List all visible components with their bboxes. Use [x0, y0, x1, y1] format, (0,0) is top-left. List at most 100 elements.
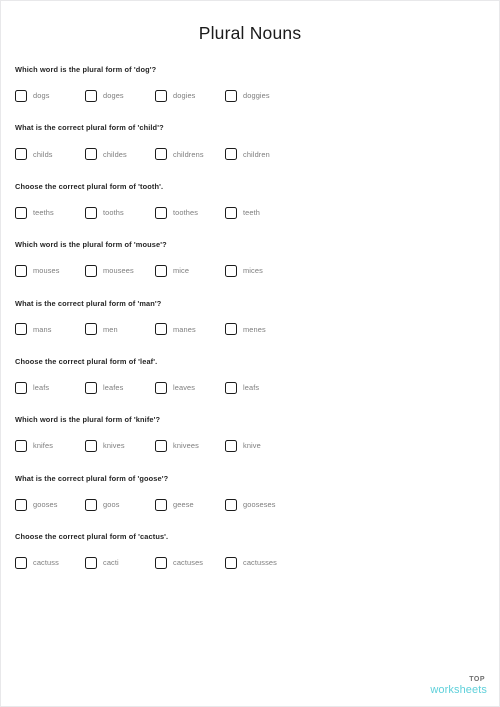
answer-option[interactable]: toothes [155, 205, 198, 221]
answer-option[interactable]: menes [225, 321, 266, 337]
answer-option[interactable]: dogs [15, 88, 50, 104]
answer-option[interactable]: knifes [15, 438, 53, 454]
options-row: dogs doges dogies doggies [15, 88, 499, 104]
answer-option-label: gooseses [243, 499, 276, 509]
answer-option-label: cacti [103, 558, 119, 568]
checkbox-icon[interactable] [155, 440, 167, 453]
checkbox-icon[interactable] [15, 381, 27, 394]
answer-option-label: childes [103, 149, 127, 159]
checkbox-icon[interactable] [155, 148, 167, 161]
answer-option[interactable]: cacti [85, 555, 119, 571]
checkbox-icon[interactable] [225, 556, 237, 569]
question-block: What is the correct plural form of 'man'… [1, 299, 499, 338]
checkbox-icon[interactable] [15, 498, 27, 511]
answer-option[interactable]: men [85, 321, 118, 337]
answer-option[interactable]: leaves [155, 380, 195, 396]
answer-option[interactable]: childrens [155, 146, 204, 162]
checkbox-icon[interactable] [15, 206, 27, 219]
checkbox-icon[interactable] [15, 556, 27, 569]
answer-option[interactable]: mans [15, 321, 52, 337]
answer-option[interactable]: knivees [155, 438, 199, 454]
checkbox-icon[interactable] [15, 148, 27, 161]
answer-option[interactable]: goos [85, 497, 120, 513]
checkbox-icon[interactable] [225, 206, 237, 219]
answer-option[interactable]: leafs [15, 380, 49, 396]
checkbox-icon[interactable] [15, 89, 27, 102]
checkbox-icon[interactable] [155, 381, 167, 394]
checkbox-icon[interactable] [155, 206, 167, 219]
options-row: leafs leafes leaves leafs [15, 380, 499, 396]
checkbox-icon[interactable] [85, 440, 97, 453]
checkbox-icon[interactable] [155, 89, 167, 102]
answer-option-label: knifes [33, 441, 54, 451]
answer-option[interactable]: knive [225, 438, 261, 454]
checkbox-icon[interactable] [225, 265, 237, 277]
answer-option[interactable]: cactuses [155, 555, 203, 571]
question-prompt: Which word is the plural form of 'knife'… [15, 415, 161, 425]
checkbox-icon[interactable] [155, 556, 167, 569]
question-prompt: Choose the correct plural form of 'tooth… [15, 181, 164, 191]
answer-option[interactable]: mouses [15, 263, 60, 279]
answer-option[interactable]: gooseses [225, 497, 276, 513]
checkbox-icon[interactable] [85, 265, 97, 277]
answer-option[interactable]: cactusses [225, 555, 277, 571]
answer-option-label: teeths [33, 207, 54, 217]
answer-option[interactable]: mices [225, 263, 263, 279]
checkbox-icon[interactable] [225, 89, 237, 102]
checkbox-icon[interactable] [85, 498, 97, 511]
answer-option[interactable]: doges [85, 88, 124, 104]
checkbox-icon[interactable] [225, 381, 237, 394]
answer-option[interactable]: leafs [225, 380, 259, 396]
answer-option[interactable]: children [225, 146, 270, 162]
answer-option-label: dogies [173, 91, 196, 101]
checkbox-icon[interactable] [85, 556, 97, 569]
checkbox-icon[interactable] [85, 206, 97, 219]
answer-option-label: men [103, 324, 118, 334]
question-block: Which word is the plural form of 'knife'… [1, 415, 499, 454]
checkbox-icon[interactable] [15, 323, 27, 336]
answer-option[interactable]: tooths [85, 205, 124, 221]
answer-option-label: children [243, 149, 270, 159]
answer-option-label: leaves [173, 383, 196, 393]
answer-option-label: cactusses [243, 558, 277, 568]
answer-option-label: gooses [33, 499, 58, 509]
answer-option[interactable]: mice [155, 263, 189, 279]
answer-option[interactable]: geese [155, 497, 194, 513]
answer-option-label: goos [103, 499, 120, 509]
answer-option-label: doggies [243, 91, 270, 101]
answer-option[interactable]: gooses [15, 497, 58, 513]
options-row: cactuss cacti cactuses cactusses [15, 555, 499, 571]
checkbox-icon[interactable] [225, 323, 237, 336]
answer-option-label: menes [243, 324, 266, 334]
checkbox-icon[interactable] [225, 498, 237, 511]
answer-option[interactable]: dogies [155, 88, 196, 104]
checkbox-icon[interactable] [85, 381, 97, 394]
answer-option[interactable]: doggies [225, 88, 270, 104]
checkbox-icon[interactable] [155, 265, 167, 277]
options-row: gooses goos geese gooseses [15, 497, 499, 513]
answer-option[interactable]: teeths [15, 205, 54, 221]
answer-option-label: tooths [103, 207, 124, 217]
checkbox-icon[interactable] [85, 148, 97, 161]
checkbox-icon[interactable] [225, 148, 237, 161]
checkbox-icon[interactable] [85, 89, 97, 102]
answer-option-label: geese [173, 499, 194, 509]
checkbox-icon[interactable] [155, 498, 167, 511]
answer-option[interactable]: leafes [85, 380, 123, 396]
answer-option[interactable]: cactuss [15, 555, 59, 571]
answer-option[interactable]: childes [85, 146, 127, 162]
answer-option[interactable]: mousees [85, 263, 134, 279]
answer-option[interactable]: teeth [225, 205, 260, 221]
checkbox-icon[interactable] [225, 440, 237, 453]
answer-option[interactable]: manes [155, 321, 196, 337]
answer-option-label: leafs [33, 383, 50, 393]
question-block: Choose the correct plural form of 'leaf'… [1, 357, 499, 396]
question-list: Which word is the plural form of 'dog'? d… [1, 65, 499, 571]
checkbox-icon[interactable] [15, 265, 27, 277]
answer-option[interactable]: knives [85, 438, 125, 454]
checkbox-icon[interactable] [85, 323, 97, 336]
answer-option-label: mices [243, 266, 263, 276]
checkbox-icon[interactable] [155, 323, 167, 336]
checkbox-icon[interactable] [15, 440, 27, 453]
answer-option[interactable]: childs [15, 146, 53, 162]
